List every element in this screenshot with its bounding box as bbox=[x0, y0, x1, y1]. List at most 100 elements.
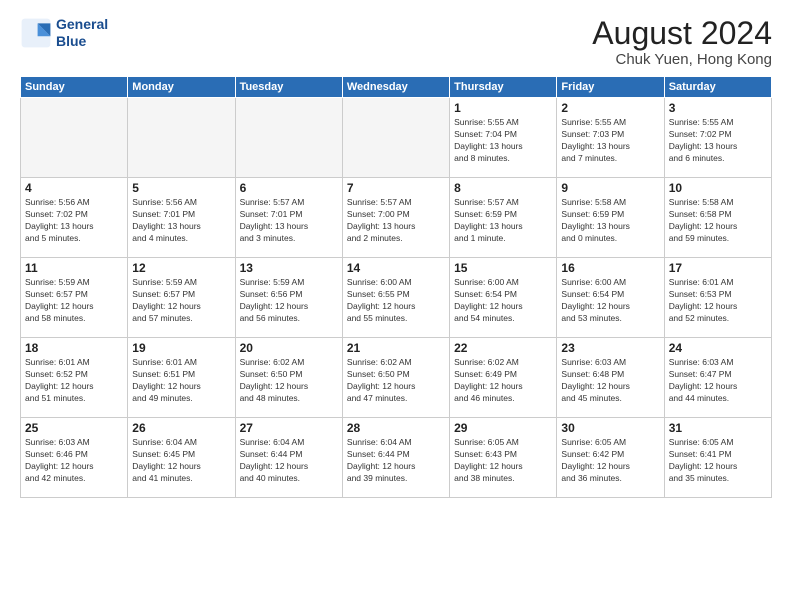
day-number: 4 bbox=[25, 181, 123, 195]
day-info: Sunrise: 6:01 AM Sunset: 6:52 PM Dayligh… bbox=[25, 357, 123, 405]
weekday-header-row: Sunday Monday Tuesday Wednesday Thursday… bbox=[21, 77, 772, 98]
week-row-5: 25 Sunrise: 6:03 AM Sunset: 6:46 PM Dayli… bbox=[21, 418, 772, 498]
col-wednesday: Wednesday bbox=[342, 77, 449, 98]
logo-line1: General bbox=[56, 16, 108, 33]
logo: General Blue bbox=[20, 16, 108, 50]
day-number: 22 bbox=[454, 341, 552, 355]
calendar-cell-w4-d6: 24Sunrise: 6:03 AM Sunset: 6:47 PM Dayli… bbox=[664, 338, 771, 418]
day-info: Sunrise: 6:04 AM Sunset: 6:44 PM Dayligh… bbox=[240, 437, 338, 485]
day-number: 31 bbox=[669, 421, 767, 435]
day-number: 24 bbox=[669, 341, 767, 355]
day-number: 21 bbox=[347, 341, 445, 355]
day-number: 30 bbox=[561, 421, 659, 435]
calendar-cell-w3-d4: 15 Sunrise: 6:00 AM Sunset: 6:54 PM Dayli… bbox=[450, 258, 557, 338]
calendar-cell-w5-d5: 30 Sunrise: 6:05 AM Sunset: 6:42 PM Dayli… bbox=[557, 418, 664, 498]
calendar-cell-w5-d6: 31 Sunrise: 6:05 AM Sunset: 6:41 PM Dayli… bbox=[664, 418, 771, 498]
day-number: 12 bbox=[132, 261, 230, 275]
day-info: Sunrise: 5:58 AM Sunset: 6:59 PM Dayligh… bbox=[561, 197, 659, 245]
day-info: Sunrise: 5:59 AM Sunset: 6:57 PM Dayligh… bbox=[132, 277, 230, 325]
col-sunday: Sunday bbox=[21, 77, 128, 98]
day-info: Sunrise: 6:04 AM Sunset: 6:45 PM Dayligh… bbox=[132, 437, 230, 485]
col-friday: Friday bbox=[557, 77, 664, 98]
day-info: Sunrise: 6:03 AM Sunset: 6:48 PM Dayligh… bbox=[561, 357, 659, 405]
day-number: 8 bbox=[454, 181, 552, 195]
day-number: 10 bbox=[669, 181, 767, 195]
calendar-cell-w3-d1: 12 Sunrise: 5:59 AM Sunset: 6:57 PM Dayli… bbox=[128, 258, 235, 338]
day-number: 9 bbox=[561, 181, 659, 195]
day-number: 7 bbox=[347, 181, 445, 195]
calendar-cell-w2-d5: 9 Sunrise: 5:58 AM Sunset: 6:59 PM Daylig… bbox=[557, 178, 664, 258]
calendar-cell-w1-d6: 3 Sunrise: 5:55 AM Sunset: 7:02 PM Daylig… bbox=[664, 98, 771, 178]
day-info: Sunrise: 5:55 AM Sunset: 7:02 PM Dayligh… bbox=[669, 117, 767, 165]
page: General Blue August 2024 Chuk Yuen, Hong… bbox=[0, 0, 792, 612]
day-info: Sunrise: 5:56 AM Sunset: 7:01 PM Dayligh… bbox=[132, 197, 230, 245]
day-info: Sunrise: 5:57 AM Sunset: 7:00 PM Dayligh… bbox=[347, 197, 445, 245]
calendar-cell-w2-d2: 6Sunrise: 5:57 AM Sunset: 7:01 PM Daylig… bbox=[235, 178, 342, 258]
calendar-cell-w2-d6: 10 Sunrise: 5:58 AM Sunset: 6:58 PM Dayli… bbox=[664, 178, 771, 258]
day-info: Sunrise: 6:05 AM Sunset: 6:43 PM Dayligh… bbox=[454, 437, 552, 485]
day-number: 25 bbox=[25, 421, 123, 435]
calendar-cell-w3-d3: 14 Sunrise: 6:00 AM Sunset: 6:55 PM Dayli… bbox=[342, 258, 449, 338]
day-number: 13 bbox=[240, 261, 338, 275]
calendar-cell-w1-d5: 2 Sunrise: 5:55 AM Sunset: 7:03 PM Daylig… bbox=[557, 98, 664, 178]
calendar-cell-w5-d0: 25 Sunrise: 6:03 AM Sunset: 6:46 PM Dayli… bbox=[21, 418, 128, 498]
day-info: Sunrise: 5:57 AM Sunset: 6:59 PM Dayligh… bbox=[454, 197, 552, 245]
day-number: 14 bbox=[347, 261, 445, 275]
logo-text: General Blue bbox=[56, 16, 108, 50]
calendar-cell-w4-d5: 23Sunrise: 6:03 AM Sunset: 6:48 PM Dayli… bbox=[557, 338, 664, 418]
day-number: 16 bbox=[561, 261, 659, 275]
logo-line2: Blue bbox=[56, 33, 108, 50]
day-info: Sunrise: 6:02 AM Sunset: 6:49 PM Dayligh… bbox=[454, 357, 552, 405]
title-block: August 2024 Chuk Yuen, Hong Kong bbox=[592, 16, 772, 68]
day-number: 20 bbox=[240, 341, 338, 355]
day-info: Sunrise: 6:02 AM Sunset: 6:50 PM Dayligh… bbox=[347, 357, 445, 405]
calendar-cell-w5-d1: 26 Sunrise: 6:04 AM Sunset: 6:45 PM Dayli… bbox=[128, 418, 235, 498]
day-number: 2 bbox=[561, 101, 659, 115]
location-title: Chuk Yuen, Hong Kong bbox=[592, 51, 772, 68]
day-info: Sunrise: 6:05 AM Sunset: 6:41 PM Dayligh… bbox=[669, 437, 767, 485]
week-row-2: 4Sunrise: 5:56 AM Sunset: 7:02 PM Daylig… bbox=[21, 178, 772, 258]
calendar-cell-w3-d0: 11 Sunrise: 5:59 AM Sunset: 6:57 PM Dayli… bbox=[21, 258, 128, 338]
week-row-4: 18 Sunrise: 6:01 AM Sunset: 6:52 PM Dayli… bbox=[21, 338, 772, 418]
day-number: 11 bbox=[25, 261, 123, 275]
day-number: 26 bbox=[132, 421, 230, 435]
calendar-cell-w2-d3: 7 Sunrise: 5:57 AM Sunset: 7:00 PM Daylig… bbox=[342, 178, 449, 258]
day-info: Sunrise: 5:59 AM Sunset: 6:57 PM Dayligh… bbox=[25, 277, 123, 325]
logo-icon bbox=[20, 17, 52, 49]
calendar-cell-w3-d6: 17 Sunrise: 6:01 AM Sunset: 6:53 PM Dayli… bbox=[664, 258, 771, 338]
week-row-1: 1Sunrise: 5:55 AM Sunset: 7:04 PM Daylig… bbox=[21, 98, 772, 178]
month-title: August 2024 bbox=[592, 16, 772, 51]
week-row-3: 11 Sunrise: 5:59 AM Sunset: 6:57 PM Dayli… bbox=[21, 258, 772, 338]
day-number: 29 bbox=[454, 421, 552, 435]
calendar-cell-w1-d1 bbox=[128, 98, 235, 178]
col-saturday: Saturday bbox=[664, 77, 771, 98]
calendar-cell-w1-d2 bbox=[235, 98, 342, 178]
day-info: Sunrise: 6:01 AM Sunset: 6:53 PM Dayligh… bbox=[669, 277, 767, 325]
col-thursday: Thursday bbox=[450, 77, 557, 98]
day-info: Sunrise: 5:59 AM Sunset: 6:56 PM Dayligh… bbox=[240, 277, 338, 325]
day-info: Sunrise: 6:00 AM Sunset: 6:54 PM Dayligh… bbox=[454, 277, 552, 325]
col-tuesday: Tuesday bbox=[235, 77, 342, 98]
day-number: 28 bbox=[347, 421, 445, 435]
day-number: 18 bbox=[25, 341, 123, 355]
calendar-cell-w3-d5: 16 Sunrise: 6:00 AM Sunset: 6:54 PM Dayli… bbox=[557, 258, 664, 338]
day-number: 6 bbox=[240, 181, 338, 195]
calendar-cell-w5-d3: 28Sunrise: 6:04 AM Sunset: 6:44 PM Dayli… bbox=[342, 418, 449, 498]
calendar-cell-w1-d3 bbox=[342, 98, 449, 178]
calendar-cell-w1-d4: 1Sunrise: 5:55 AM Sunset: 7:04 PM Daylig… bbox=[450, 98, 557, 178]
day-info: Sunrise: 5:58 AM Sunset: 6:58 PM Dayligh… bbox=[669, 197, 767, 245]
day-number: 15 bbox=[454, 261, 552, 275]
calendar-cell-w2-d4: 8 Sunrise: 5:57 AM Sunset: 6:59 PM Daylig… bbox=[450, 178, 557, 258]
day-number: 3 bbox=[669, 101, 767, 115]
day-number: 27 bbox=[240, 421, 338, 435]
day-info: Sunrise: 6:00 AM Sunset: 6:55 PM Dayligh… bbox=[347, 277, 445, 325]
day-info: Sunrise: 6:00 AM Sunset: 6:54 PM Dayligh… bbox=[561, 277, 659, 325]
day-info: Sunrise: 6:05 AM Sunset: 6:42 PM Dayligh… bbox=[561, 437, 659, 485]
day-info: Sunrise: 5:55 AM Sunset: 7:03 PM Dayligh… bbox=[561, 117, 659, 165]
calendar-cell-w2-d1: 5Sunrise: 5:56 AM Sunset: 7:01 PM Daylig… bbox=[128, 178, 235, 258]
day-number: 19 bbox=[132, 341, 230, 355]
day-number: 17 bbox=[669, 261, 767, 275]
calendar-cell-w1-d0 bbox=[21, 98, 128, 178]
day-info: Sunrise: 6:03 AM Sunset: 6:46 PM Dayligh… bbox=[25, 437, 123, 485]
calendar-cell-w3-d2: 13 Sunrise: 5:59 AM Sunset: 6:56 PM Dayli… bbox=[235, 258, 342, 338]
